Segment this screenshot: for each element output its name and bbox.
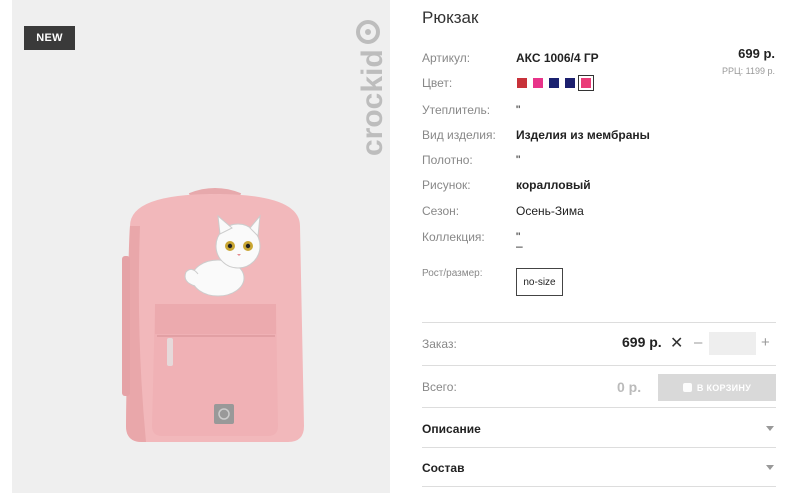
divider [422,447,776,448]
product-price: 699 р. [738,46,775,61]
color-swatch[interactable] [564,77,576,89]
size-option-button[interactable]: no-size [516,268,563,296]
spec-value: Осень-Зима [516,204,584,218]
brand-logo: crockid [356,20,389,156]
increment-button[interactable]: + [761,334,770,351]
backpack-image [122,188,304,442]
product-title: Рюкзак [422,8,479,27]
spec-label: Вид изделия: [422,128,496,142]
color-swatches [516,75,594,91]
divider [422,365,776,366]
total-price: 0 р. [617,379,642,395]
accordion-description-title[interactable]: Описание [422,422,481,436]
new-badge: NEW [24,26,75,50]
spec-value: Изделия из мембраны [516,128,650,142]
spec-label: Сезон: [422,204,460,218]
spec-label: Полотно: [422,153,473,167]
spec-label: Утеплитель: [422,103,491,117]
total-label: Всего: [422,380,457,394]
spec-value: " [516,103,521,117]
color-swatch-selected[interactable] [578,75,594,91]
decrement-button[interactable]: – [694,334,702,351]
spec-label: Цвет: [422,76,453,90]
order-label: Заказ: [422,337,457,351]
multiply-icon: ✕ [670,335,684,352]
spec-value: коралловый [516,178,591,192]
order-price: 699 р. [622,334,662,350]
divider [422,407,776,408]
add-to-cart-button[interactable]: В КОРЗИНУ [658,374,776,401]
recommended-retail-price: РРЦ: 1199 р. [721,66,775,76]
spec-value: АКС 1006/4 ГР [516,51,599,65]
divider [422,322,776,323]
accordion-composition-title[interactable]: Состав [422,461,464,475]
cart-icon [682,383,692,392]
chevron-down-icon[interactable] [766,426,774,431]
chevron-down-icon[interactable] [766,465,774,470]
quantity-input[interactable] [709,332,756,355]
add-to-cart-label: В КОРЗИНУ [696,382,752,393]
color-swatch[interactable] [516,77,528,89]
spec-label: Рисунок: [422,178,471,192]
color-swatch[interactable] [548,77,560,89]
brand-logo-text: crockid [356,49,389,156]
divider [422,486,776,487]
spec-value: " [516,153,521,167]
spec-value-secondary: – [516,239,523,253]
color-swatch[interactable] [532,77,544,89]
spec-label: Артикул: [422,51,471,65]
spec-label: Рост/размер: [422,268,483,279]
spec-label: Коллекция: [422,230,485,244]
product-image-panel: NEW crockid [12,0,390,493]
